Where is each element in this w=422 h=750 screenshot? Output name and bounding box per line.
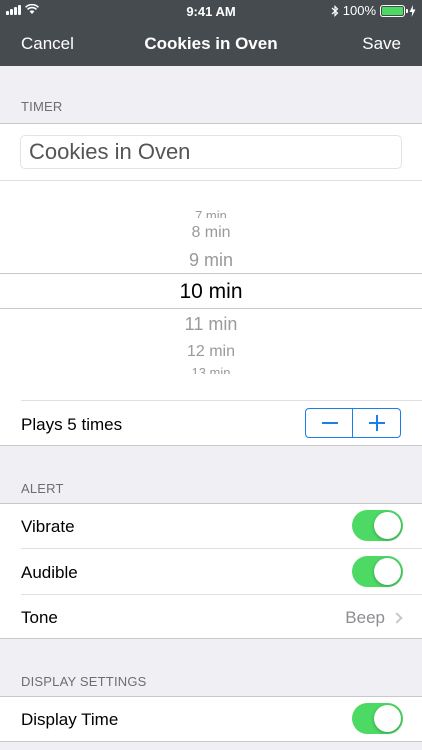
vibrate-label: Vibrate — [21, 517, 75, 536]
status-right: 100% — [331, 3, 416, 18]
picker-option-selected[interactable]: 10 min — [0, 280, 422, 304]
audible-toggle[interactable] — [352, 556, 403, 587]
picker-option[interactable]: 8 min — [0, 224, 422, 242]
battery-icon — [380, 4, 408, 17]
toggle-knob — [374, 512, 401, 539]
page-title: Cookies in Oven — [144, 34, 278, 53]
picker-option[interactable]: 11 min — [0, 314, 422, 335]
timer-group: 7 min 8 min 9 min 10 min 11 min 12 min 1… — [0, 123, 422, 446]
battery-percent: 100% — [342, 3, 376, 18]
display-section-header: DISPLAY SETTINGS — [21, 674, 147, 689]
decrement-button[interactable] — [306, 409, 354, 437]
toggle-knob — [374, 558, 401, 585]
toggle-knob — [374, 705, 401, 732]
picker-option[interactable]: 12 min — [0, 343, 422, 361]
minute-picker[interactable]: 7 min 8 min 9 min 10 min 11 min 12 min 1… — [0, 181, 422, 400]
plays-stepper[interactable] — [305, 408, 401, 438]
charging-icon — [409, 4, 416, 17]
chevron-right-icon — [391, 612, 403, 624]
picker-option[interactable]: 9 min — [0, 250, 422, 271]
display-group: Display Time — [0, 696, 422, 742]
increment-button[interactable] — [353, 409, 400, 437]
vibrate-toggle[interactable] — [352, 510, 403, 541]
display-time-label: Display Time — [21, 710, 119, 729]
alert-section-header: ALERT — [21, 481, 64, 496]
alert-group: Vibrate Audible Tone Beep — [0, 503, 422, 639]
timer-name-input[interactable] — [20, 135, 402, 169]
tone-row[interactable]: Tone Beep — [0, 595, 422, 639]
picker-option[interactable]: 13 min — [0, 365, 422, 374]
picker-option[interactable]: 7 min — [0, 208, 422, 218]
status-bar: 9:41 AM 100% — [0, 0, 422, 22]
navigation-bar: Cancel Cookies in Oven Save — [0, 22, 422, 66]
timer-section-header: TIMER — [21, 99, 63, 114]
tone-value: Beep — [345, 608, 385, 627]
save-button[interactable]: Save — [362, 34, 401, 54]
tone-detail: Beep — [345, 608, 403, 628]
battery-fill — [382, 6, 403, 15]
display-time-toggle[interactable] — [352, 703, 403, 734]
bluetooth-icon — [331, 4, 339, 17]
audible-label: Audible — [21, 563, 78, 582]
tone-label: Tone — [21, 608, 58, 627]
plays-count-label: Plays 5 times — [21, 415, 123, 434]
